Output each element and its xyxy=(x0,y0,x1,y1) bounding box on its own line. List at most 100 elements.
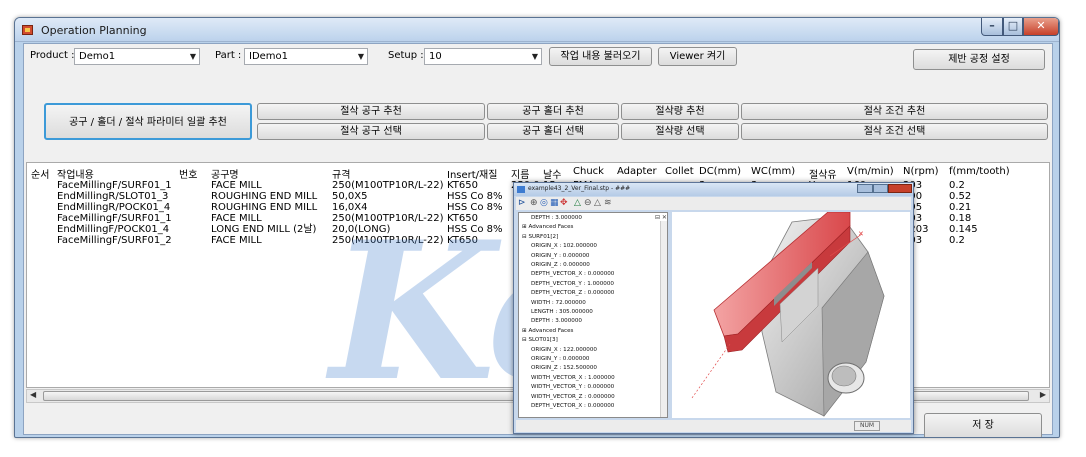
table-cell-task[interactable]: EndMillingF/POCK01_4 xyxy=(57,224,169,235)
tool-recommend-button[interactable]: 절삭 공구 추천 xyxy=(257,103,485,120)
grid-icon[interactable]: ▦ xyxy=(550,198,559,208)
column-header[interactable]: Insert/재질 xyxy=(447,166,497,181)
3d-view-pane[interactable]: ✕ xyxy=(672,211,910,418)
table-cell-tool[interactable]: FACE MILL xyxy=(211,235,262,246)
rotate-icon[interactable]: ✥ xyxy=(560,198,568,208)
cursor-icon[interactable]: ⊳ xyxy=(518,198,526,208)
table-cell-spec[interactable]: 250(M100TP10R/L-22) xyxy=(332,235,444,246)
holder-select-button[interactable]: 공구 홀더 선택 xyxy=(487,123,619,140)
tree-item[interactable]: ORIGIN_Y : 0.000000 xyxy=(531,356,589,363)
tree-item[interactable]: ⊟ SLOT01[3] xyxy=(522,337,558,344)
zoom-icon[interactable]: ⊕ xyxy=(530,198,538,208)
table-cell-task[interactable]: EndMillingR/POCK01_4 xyxy=(57,202,170,213)
table-cell-tool[interactable]: ROUGHING END MILL xyxy=(211,191,317,202)
tree-item[interactable]: WIDTH_VECTOR_Y : 0.000000 xyxy=(531,384,614,391)
table-cell-tool[interactable]: LONG END MILL (2날) xyxy=(211,224,316,235)
column-header[interactable]: V(m/min) xyxy=(847,166,894,177)
viewer-toggle-button[interactable]: Viewer 켜기 xyxy=(658,47,737,66)
column-header[interactable]: Chuck xyxy=(573,166,604,177)
tree-item[interactable]: WIDTH_VECTOR_Z : 0.000000 xyxy=(531,394,615,401)
tree-item[interactable]: ⊞ Advanced Faces xyxy=(522,224,573,231)
table-cell-f[interactable]: 0.21 xyxy=(949,202,971,213)
tree-item[interactable]: DEPTH_VECTOR_Y : 1.000000 xyxy=(531,281,614,288)
pin-close-icon[interactable]: ⊟ ✕ xyxy=(655,214,667,221)
column-header[interactable]: 공구명 xyxy=(211,166,239,181)
amount-select-button[interactable]: 절삭량 선택 xyxy=(621,123,739,140)
table-cell-spec[interactable]: 16,0X4 xyxy=(332,202,367,213)
save-button[interactable]: 저 장 xyxy=(924,413,1042,437)
maximize-button[interactable]: □ xyxy=(1003,18,1023,36)
batch-recommend-button[interactable]: 공구 / 홀더 / 절삭 파라미터 일괄 추천 xyxy=(44,103,252,140)
table-cell-spec[interactable]: 50,0X5 xyxy=(332,191,367,202)
tree-item[interactable]: ORIGIN_Z : 152.500000 xyxy=(531,365,597,372)
tree-item[interactable]: ⊟ SURF01[2] xyxy=(522,234,558,241)
tree-item[interactable]: ORIGIN_Y : 0.000000 xyxy=(531,253,589,260)
tree-item[interactable]: DEPTH : 3.000000 xyxy=(531,215,582,222)
column-header[interactable]: DC(mm) xyxy=(699,166,741,177)
viewer-minimize-button[interactable] xyxy=(857,184,873,193)
column-header[interactable]: Collet xyxy=(665,166,694,177)
table-cell-task[interactable]: EndMillingR/SLOT01_3 xyxy=(57,191,168,202)
shade-icon[interactable]: △ xyxy=(574,198,581,208)
tree-item[interactable]: ⊞ Advanced Faces xyxy=(522,328,573,335)
column-header[interactable]: 규격 xyxy=(332,166,350,181)
table-cell-tool[interactable]: FACE MILL xyxy=(211,180,262,191)
condition-recommend-button[interactable]: 절삭 조건 추천 xyxy=(741,103,1048,120)
condition-select-button[interactable]: 절삭 조건 선택 xyxy=(741,123,1048,140)
tree-item[interactable]: ORIGIN_X : 122.000000 xyxy=(531,347,597,354)
table-cell-task[interactable]: FaceMillingF/SURF01_1 xyxy=(57,180,172,191)
table-cell-insert[interactable]: HSS Co 8% xyxy=(447,202,503,213)
column-header[interactable]: Adapter xyxy=(617,166,657,177)
equipment-settings-button[interactable]: 제반 공정 설정 xyxy=(913,49,1045,70)
tree-item[interactable]: DEPTH_VECTOR_X : 0.000000 xyxy=(531,403,614,410)
wireframe-icon[interactable]: ⊖ xyxy=(584,198,592,208)
table-cell-f[interactable]: 0.18 xyxy=(949,213,971,224)
amount-recommend-button[interactable]: 절삭량 추천 xyxy=(621,103,739,120)
step-viewer-window[interactable]: example43_2_Ver_Final.stp - ### ⊳ ⊕ ◎ ▦ … xyxy=(513,182,914,434)
tree-item[interactable]: ORIGIN_Z : 0.000000 xyxy=(531,262,590,269)
column-header[interactable]: 지름 xyxy=(511,166,529,181)
viewer-title-bar[interactable]: example43_2_Ver_Final.stp - ### xyxy=(514,183,913,196)
tree-item[interactable]: LENGTH : 305.000000 xyxy=(531,309,593,316)
tree-item[interactable]: DEPTH : 3.000000 xyxy=(531,318,582,325)
tree-item[interactable]: WIDTH_VECTOR_X : 1.000000 xyxy=(531,375,615,382)
column-header[interactable]: WC(mm) xyxy=(751,166,795,177)
product-combo[interactable]: Demo1 ▼ xyxy=(74,48,200,65)
tree-item[interactable]: WIDTH : 72.000000 xyxy=(531,300,586,307)
scroll-right-icon[interactable]: ▶ xyxy=(1040,390,1046,399)
viewer-close-button[interactable] xyxy=(888,184,912,193)
column-header[interactable]: N(rpm) xyxy=(903,166,938,177)
tree-item[interactable]: DEPTH_VECTOR_X : 0.000000 xyxy=(531,271,614,278)
column-header[interactable]: 절삭유 xyxy=(809,166,837,181)
table-cell-f[interactable]: 0.145 xyxy=(949,224,978,235)
table-cell-spec[interactable]: 20,0(LONG) xyxy=(332,224,390,235)
table-cell-spec[interactable]: 250(M100TP10R/L-22) xyxy=(332,180,444,191)
table-cell-f[interactable]: 0.2 xyxy=(949,180,965,191)
table-cell-spec[interactable]: 250(M100TP10R/L-22) xyxy=(332,213,444,224)
table-cell-insert[interactable]: HSS Co 8% xyxy=(447,191,503,202)
layers-icon[interactable]: ≋ xyxy=(604,198,612,208)
table-cell-tool[interactable]: FACE MILL xyxy=(211,213,262,224)
tree-item[interactable]: ORIGIN_X : 102.000000 xyxy=(531,243,597,250)
minimize-button[interactable]: – xyxy=(981,18,1003,36)
table-cell-tool[interactable]: ROUGHING END MILL xyxy=(211,202,317,213)
table-cell-task[interactable]: FaceMillingF/SURF01_1 xyxy=(57,213,172,224)
tool-select-button[interactable]: 절삭 공구 선택 xyxy=(257,123,485,140)
title-bar[interactable]: Operation Planning – □ ✕ xyxy=(15,18,1059,42)
column-header[interactable]: 번호 xyxy=(179,166,197,181)
column-header[interactable]: f(mm/tooth) xyxy=(949,166,1010,177)
table-cell-f[interactable]: 0.2 xyxy=(949,235,965,246)
table-cell-insert[interactable]: KT650 xyxy=(447,180,478,191)
tree-scrollbar[interactable] xyxy=(660,221,667,417)
fit-icon[interactable]: ◎ xyxy=(540,198,548,208)
column-header[interactable]: 날수 xyxy=(543,166,561,181)
scroll-left-icon[interactable]: ◀ xyxy=(30,390,36,399)
column-header[interactable]: 작업내용 xyxy=(57,166,94,181)
tree-item[interactable]: DEPTH_VECTOR_Z : 0.000000 xyxy=(531,290,614,297)
column-header[interactable]: 순서 xyxy=(31,166,49,181)
feature-tree[interactable]: ⊟ ✕ DEPTH : 3.000000 ⊞ Advanced Faces ⊟ SU… xyxy=(518,212,668,418)
close-button[interactable]: ✕ xyxy=(1023,18,1059,36)
load-work-button[interactable]: 작업 내용 불러오기 xyxy=(549,47,652,66)
table-cell-task[interactable]: FaceMillingF/SURF01_2 xyxy=(57,235,172,246)
table-cell-insert[interactable]: KT650 xyxy=(447,213,478,224)
